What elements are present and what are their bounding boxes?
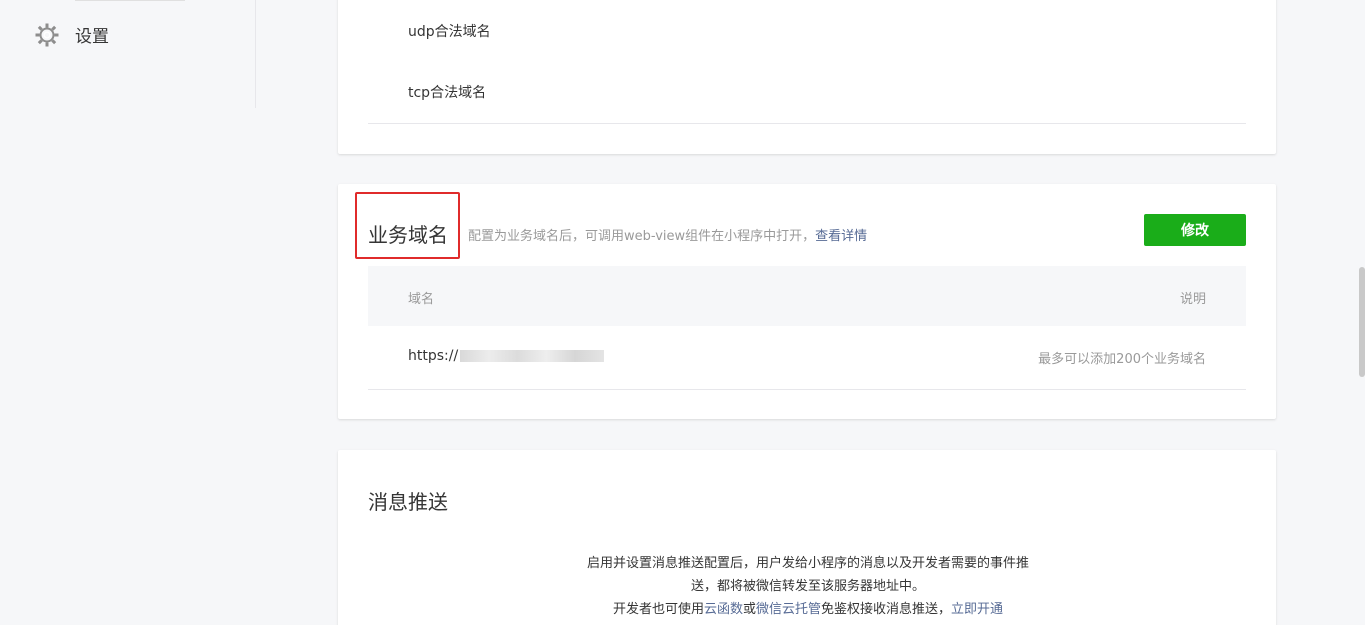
message-push-description: 启用并设置消息推送配置后，用户发给小程序的消息以及开发者需要的事件推 送，都将被… xyxy=(563,552,1053,621)
gear-icon xyxy=(35,23,59,47)
section-title: 业务域名 xyxy=(368,223,448,247)
enable-now-link[interactable]: 立即开通 xyxy=(951,602,1003,617)
scrollbar-thumb[interactable] xyxy=(1359,267,1365,377)
description-line: 送，都将被微信转发至该服务器地址中。 xyxy=(690,579,925,594)
description-line: 开发者也可使用云函数或微信云托管免鉴权接收消息推送，立即开通 xyxy=(563,598,1053,621)
sidebar-item-settings[interactable]: 设置 xyxy=(35,22,109,47)
sidebar-item-label: 设置 xyxy=(75,27,109,47)
tcp-domain-label: tcp合法域名 xyxy=(408,85,487,101)
divider xyxy=(368,123,1246,124)
description-text: 配置为业务域名后，可调用web-view组件在小程序中打开， xyxy=(468,229,816,244)
cloud-function-link[interactable]: 云函数 xyxy=(704,602,743,617)
table-header: 域名 说明 xyxy=(368,266,1246,326)
description-cell: 最多可以添加200个业务域名 xyxy=(1038,352,1206,367)
description-text: 免鉴权接收消息推送， xyxy=(821,602,952,617)
redacted-domain xyxy=(460,350,605,362)
domain-value: https:// xyxy=(408,348,459,364)
description-text: 或 xyxy=(742,602,756,617)
cloud-hosting-link[interactable]: 微信云托管 xyxy=(756,602,821,617)
sidebar-divider xyxy=(75,0,185,1)
view-details-link[interactable]: 查看详情 xyxy=(815,229,867,244)
column-header-domain: 域名 xyxy=(408,292,435,307)
sidebar: 设置 xyxy=(0,0,256,108)
section-title: 消息推送 xyxy=(368,490,448,514)
section-description: 配置为业务域名后，可调用web-view组件在小程序中打开，查看详情 xyxy=(468,225,867,244)
description-line: 启用并设置消息推送配置后，用户发给小程序的消息以及开发者需要的事件推 xyxy=(586,556,1029,571)
table-row: https:// 最多可以添加200个业务域名 xyxy=(368,326,1246,390)
domain-cell: https:// xyxy=(408,348,605,364)
column-header-description: 说明 xyxy=(1179,292,1206,307)
server-domain-card: udp合法域名 tcp合法域名 xyxy=(338,0,1276,154)
business-domain-card: 业务域名 配置为业务域名后，可调用web-view组件在小程序中打开，查看详情 … xyxy=(338,184,1276,419)
udp-domain-label: udp合法域名 xyxy=(408,24,491,40)
message-push-card: 消息推送 启用并设置消息推送配置后，用户发给小程序的消息以及开发者需要的事件推 … xyxy=(338,450,1276,625)
edit-button[interactable]: 修改 xyxy=(1144,214,1246,246)
description-text: 开发者也可使用 xyxy=(612,602,704,617)
